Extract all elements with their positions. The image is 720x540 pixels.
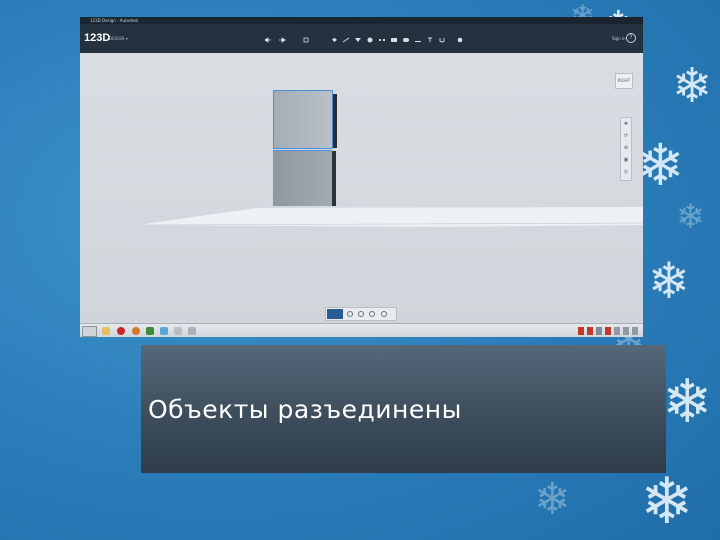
modify-icon[interactable] (366, 37, 374, 43)
show-solids-icon[interactable] (347, 311, 353, 317)
tray-icon[interactable] (614, 327, 620, 335)
app-toolbar: 123D DESIGN ▾ Sign in ? (80, 24, 643, 53)
tray-icon[interactable] (587, 327, 593, 335)
app-icon[interactable] (146, 327, 154, 335)
zoom-icon[interactable]: ⊕ (621, 142, 631, 154)
snap-icon[interactable] (438, 37, 446, 43)
opera-icon[interactable] (117, 327, 125, 335)
top-box-selected[interactable] (273, 90, 333, 149)
tray-icon[interactable] (632, 327, 638, 335)
select-mode-icon[interactable] (327, 309, 343, 319)
explorer-icon[interactable] (102, 327, 110, 335)
text-icon[interactable] (426, 37, 434, 43)
window-title: 123D Design - Autodesk (90, 18, 139, 23)
tray-icon[interactable] (596, 327, 602, 335)
sketch-icon[interactable] (342, 37, 350, 43)
top-box-side (333, 94, 337, 148)
app-logo[interactable]: 123D (84, 32, 110, 44)
help-button[interactable]: ? (626, 33, 636, 43)
media-icon[interactable] (160, 327, 168, 335)
pan-icon[interactable]: ✥ (621, 118, 631, 130)
browser-icon[interactable] (132, 327, 140, 335)
show-meshes-icon[interactable] (369, 311, 375, 317)
tray-icon[interactable] (605, 327, 611, 335)
material-icon[interactable] (456, 37, 464, 43)
bottom-box[interactable] (273, 150, 332, 206)
caption-box: Объекты разъединены (141, 345, 666, 473)
start-button[interactable] (82, 326, 97, 337)
grouping-icon[interactable] (390, 37, 398, 43)
tray-icon[interactable] (578, 327, 584, 335)
redo-icon[interactable] (278, 37, 286, 43)
orbit-icon[interactable]: ⟳ (621, 130, 631, 142)
window-titlebar: 123D Design - Autodesk (80, 17, 643, 24)
grid-icon[interactable] (381, 311, 387, 317)
ground-grid (137, 207, 643, 227)
construct-icon[interactable] (354, 37, 362, 43)
transform-icon[interactable] (302, 37, 310, 43)
navigation-bar: ✥ ⟳ ⊕ ▣ ◎ (620, 117, 632, 181)
undo-icon[interactable] (264, 37, 272, 43)
caption-text: Объекты разъединены (148, 395, 462, 424)
3d-viewport[interactable]: RIGHT ✥ ⟳ ⊕ ▣ ◎ (80, 53, 643, 323)
snowflake-icon: ❄ (672, 58, 713, 114)
fit-icon[interactable]: ▣ (621, 154, 631, 166)
windows-taskbar (80, 323, 643, 337)
view-icon[interactable]: ◎ (621, 166, 631, 178)
snowflake-icon: ❄ (640, 465, 694, 539)
app-screenshot: 123D Design - Autodesk 123D DESIGN ▾ Sig… (80, 17, 643, 337)
snowflake-icon: ❄ (662, 367, 713, 437)
primitives-icon[interactable] (330, 37, 338, 43)
measure-icon[interactable] (414, 37, 422, 43)
snowflake-icon: ❄ (636, 131, 685, 199)
snowflake-icon: ❄ (534, 474, 571, 525)
tray-icon[interactable] (623, 327, 629, 335)
combine-icon[interactable] (402, 37, 410, 43)
bottom-toolbar (325, 307, 397, 321)
app-menu-label[interactable]: DESIGN ▾ (109, 36, 128, 41)
window-icon[interactable] (174, 327, 182, 335)
snowflake-icon: ❄ (676, 197, 705, 237)
show-sketches-icon[interactable] (358, 311, 364, 317)
bottom-box-side (332, 151, 336, 206)
window-icon[interactable] (188, 327, 196, 335)
snowflake-icon: ❄ (648, 252, 690, 310)
pattern-icon[interactable] (378, 37, 386, 43)
viewcube[interactable]: RIGHT (615, 73, 633, 89)
sign-in-link[interactable]: Sign in (612, 36, 626, 41)
